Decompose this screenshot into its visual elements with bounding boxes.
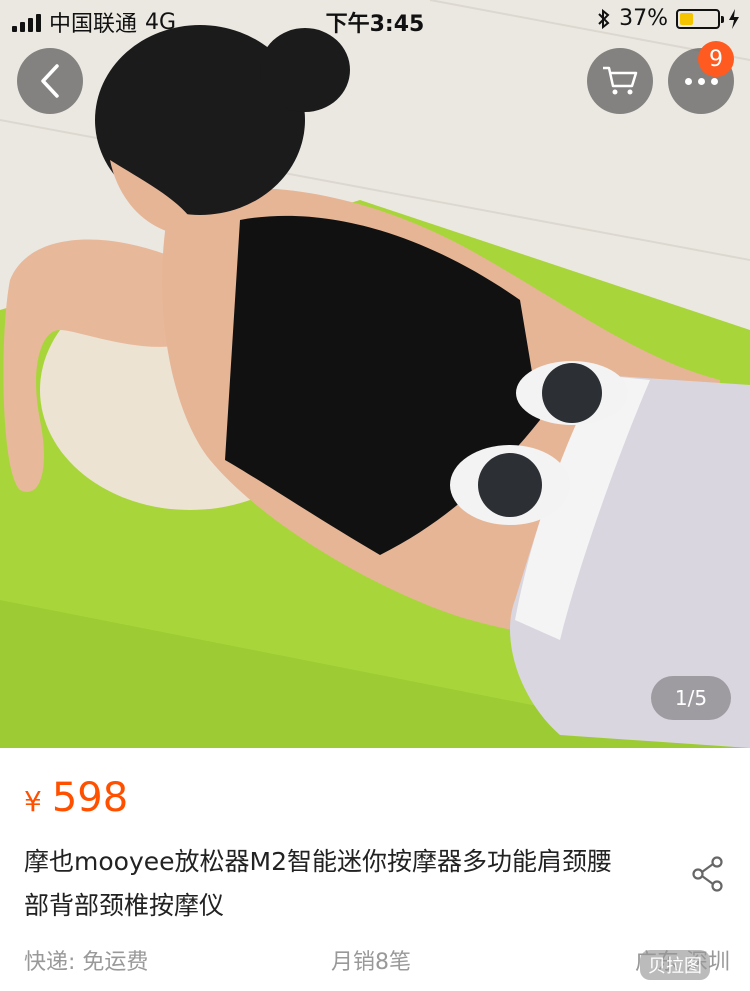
- status-bar: 中国联通 4G 下午3:45 37%: [0, 0, 750, 40]
- notification-badge: 9: [698, 41, 734, 77]
- product-photo: [0, 0, 750, 748]
- price-value: 598: [51, 775, 129, 821]
- share-icon[interactable]: [690, 855, 726, 893]
- charging-icon: [729, 8, 739, 29]
- bluetooth-icon: [598, 8, 610, 29]
- cart-button[interactable]: [587, 48, 653, 114]
- battery-percent: 37%: [619, 6, 668, 31]
- watermark: 贝拉图: [640, 950, 710, 980]
- currency-symbol: ¥: [24, 785, 42, 818]
- chevron-left-icon: [41, 64, 59, 98]
- monthly-sales: 月销8笔: [331, 950, 411, 975]
- shipping-info: 快递: 免运费: [24, 950, 149, 975]
- battery-level: [680, 12, 694, 25]
- cart-icon: [603, 66, 638, 95]
- gallery-page-indicator: 1/5: [651, 676, 731, 720]
- status-right: 37%: [597, 6, 740, 31]
- product-price: ¥ 598: [24, 775, 128, 821]
- back-button[interactable]: [17, 48, 83, 114]
- watermark-text: 贝拉图: [648, 956, 702, 977]
- product-meta: 快递: 免运费 月销8笔 广东 深圳: [24, 944, 730, 980]
- battery-icon: [676, 8, 724, 29]
- product-image-gallery[interactable]: 中国联通 4G 下午3:45 37% 9 1/5: [0, 0, 750, 748]
- more-dots-icon: [684, 77, 718, 85]
- product-title: 摩也mooyee放松器M2智能迷你按摩器多功能肩颈腰部背部颈椎按摩仪: [24, 847, 612, 920]
